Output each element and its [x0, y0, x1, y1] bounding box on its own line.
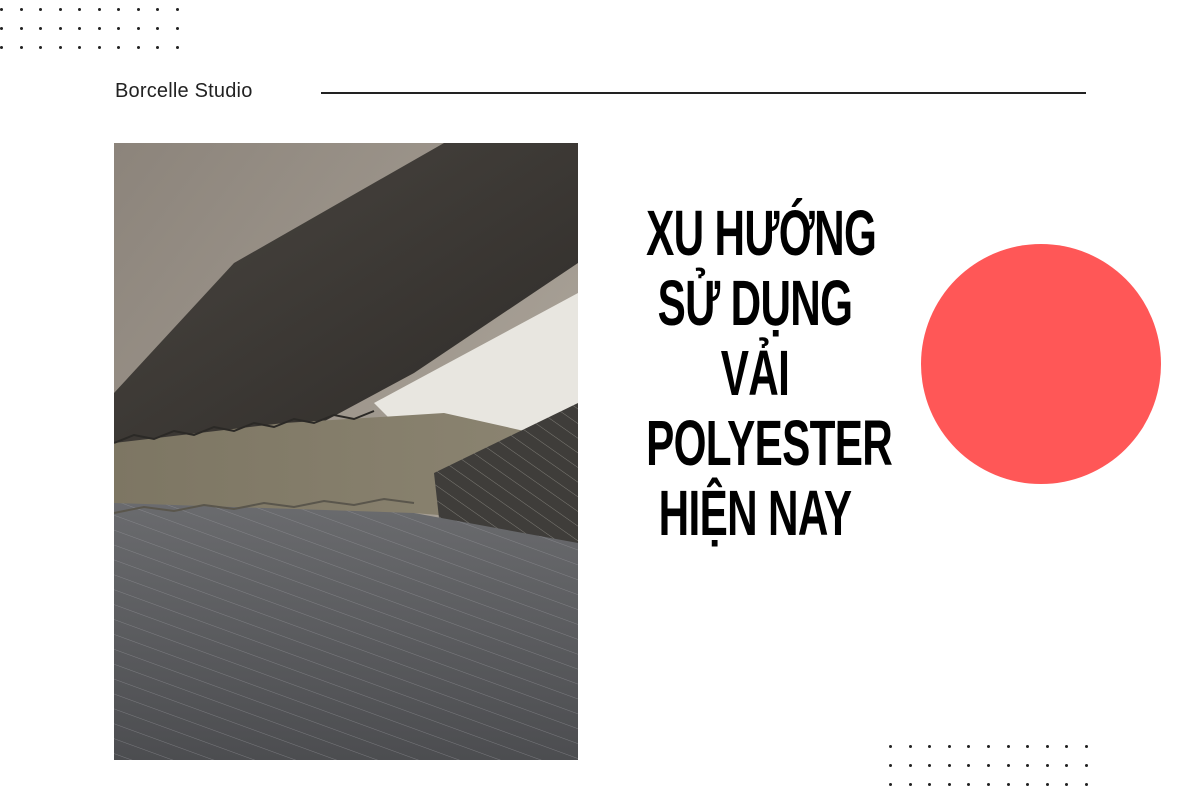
decorative-dot: [117, 46, 120, 49]
decorative-dot: [928, 745, 932, 748]
decorative-dot: [97, 27, 101, 30]
decorative-dot: [1006, 783, 1010, 786]
decorative-dot: [889, 745, 892, 748]
decorative-dot: [136, 27, 140, 30]
decorative-dot: [1006, 764, 1010, 767]
decorative-dot: [156, 8, 159, 11]
decorative-dot: [1065, 764, 1069, 767]
decorative-dot: [1084, 783, 1088, 786]
decorative-dot: [117, 27, 120, 30]
decorative-dot: [117, 8, 120, 11]
decorative-dot: [967, 745, 971, 748]
decorative-dot: [1065, 745, 1069, 748]
decorative-dot: [1084, 764, 1088, 767]
fabric-photo: [114, 143, 578, 760]
decorative-dot: [967, 764, 971, 767]
decorative-dot: [908, 745, 912, 748]
decorative-dot: [39, 8, 42, 11]
decorative-dot: [1006, 745, 1010, 748]
brand-name: Borcelle Studio: [115, 80, 253, 102]
decorative-dot-grid-top-left: [0, 8, 179, 49]
headline-line-5: HIỆN NAY: [658, 477, 852, 549]
decorative-dot-grid-bottom-right: [889, 745, 1088, 786]
decorative-dot: [967, 783, 971, 786]
accent-circle: [921, 244, 1161, 484]
decorative-dot: [986, 783, 990, 786]
decorative-dot: [19, 27, 23, 30]
decorative-dot: [136, 8, 140, 11]
decorative-dot: [156, 27, 159, 30]
decorative-dot: [97, 46, 101, 49]
headline: XU HƯỚNG SỬ DỤNG VẢI POLYESTER HIỆN NAY: [590, 198, 920, 548]
decorative-dot: [947, 745, 951, 748]
fabric-swatches-illustration: [114, 143, 578, 760]
decorative-dot: [1084, 745, 1088, 748]
decorative-dot: [78, 8, 81, 11]
decorative-dot: [19, 46, 23, 49]
decorative-dot: [39, 46, 42, 49]
decorative-dot: [58, 46, 62, 49]
decorative-dot: [1045, 764, 1049, 767]
decorative-dot: [1026, 783, 1030, 786]
headline-line-3: VẢI: [720, 337, 790, 409]
decorative-dot: [39, 27, 42, 30]
decorative-dot: [78, 27, 81, 30]
decorative-dot: [19, 8, 23, 11]
decorative-dot: [908, 783, 912, 786]
decorative-dot: [58, 8, 62, 11]
headline-line-1: XU HƯỚNG: [646, 197, 877, 269]
decorative-dot: [986, 745, 990, 748]
decorative-dot: [1065, 783, 1069, 786]
decorative-dot: [156, 46, 159, 49]
decorative-dot: [986, 764, 990, 767]
decorative-dot: [928, 764, 932, 767]
decorative-dot: [1045, 783, 1049, 786]
decorative-dot: [1026, 745, 1030, 748]
decorative-dot: [97, 8, 101, 11]
decorative-dot: [175, 27, 179, 30]
decorative-dot: [947, 783, 951, 786]
decorative-dot: [908, 764, 912, 767]
headline-line-2: SỬ DỤNG: [657, 267, 853, 339]
decorative-dot: [947, 764, 951, 767]
decorative-dot: [1026, 764, 1030, 767]
header-divider: [321, 92, 1086, 94]
decorative-dot: [889, 783, 892, 786]
decorative-dot: [1045, 745, 1049, 748]
decorative-dot: [58, 27, 62, 30]
decorative-dot: [0, 46, 3, 49]
decorative-dot: [0, 8, 3, 11]
decorative-dot: [78, 46, 81, 49]
decorative-dot: [175, 8, 179, 11]
decorative-dot: [0, 27, 3, 30]
decorative-dot: [889, 764, 892, 767]
decorative-dot: [928, 783, 932, 786]
decorative-dot: [136, 46, 140, 49]
decorative-dot: [175, 46, 179, 49]
headline-line-4: POLYESTER: [646, 407, 893, 479]
